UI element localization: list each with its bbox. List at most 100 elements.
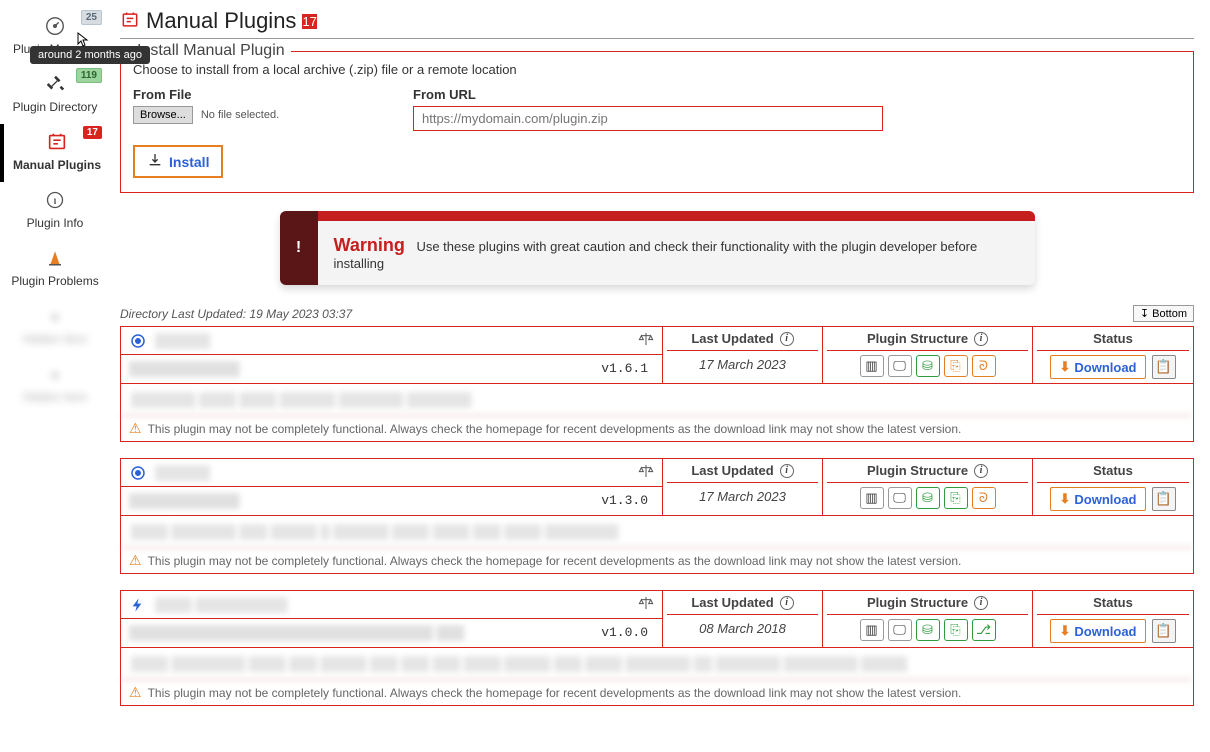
book-icon[interactable]: ▥ xyxy=(860,487,884,509)
url-input[interactable] xyxy=(413,106,883,131)
plugin-card: ██████ ████████████ v1.3.0 Last Updated i… xyxy=(120,458,1194,574)
plugin-subtitle: ████████████ xyxy=(129,361,601,376)
last-updated-header: Last Updated xyxy=(691,463,773,478)
info-icon[interactable]: i xyxy=(780,596,794,610)
warning-triangle-icon: ⚠ xyxy=(129,420,142,437)
changelog-button[interactable]: 📋 xyxy=(1152,619,1176,643)
info-icon[interactable]: i xyxy=(974,332,988,346)
plugin-name: ██████ xyxy=(155,333,210,348)
plugin-version: v1.0.0 xyxy=(601,625,648,640)
sidebar-item-manual-plugins[interactable]: 17 Manual Plugins xyxy=(0,124,110,182)
structure-icons: ▥ 🖵 ⛁ ⎘ ⎇ xyxy=(827,619,1028,641)
plugin-name: ██████ xyxy=(155,465,210,480)
page-badge: 17 xyxy=(302,14,316,29)
info-icon[interactable]: i xyxy=(974,596,988,610)
desktop-icon[interactable]: 🖵 xyxy=(888,619,912,641)
bottom-button[interactable]: ↧ Bottom xyxy=(1133,305,1194,322)
structure-icons: ▥ 🖵 ⛁ ⎘ ᘐ xyxy=(827,487,1028,509)
plugin-description: ████ ███████ ███ █████ █ ██████ ████ ███… xyxy=(121,516,1193,548)
balance-icon[interactable] xyxy=(638,595,654,614)
plugin-subtitle: ████████████ xyxy=(129,493,601,508)
book-icon[interactable]: ▥ xyxy=(860,355,884,377)
plugin-icon xyxy=(129,332,147,350)
desktop-icon[interactable]: 🖵 xyxy=(888,487,912,509)
status-header: Status xyxy=(1037,463,1189,483)
badge: 25 xyxy=(81,10,102,25)
changelog-button[interactable]: 📋 xyxy=(1152,487,1176,511)
file-icon[interactable]: ⎘ xyxy=(944,487,968,509)
install-help: Choose to install from a local archive (… xyxy=(133,62,1181,77)
sidebar-item-plugin-info[interactable]: Plugin Info xyxy=(0,182,110,240)
sidebar-label: Manual Plugins xyxy=(8,158,106,172)
date-tooltip: around 2 months ago xyxy=(30,46,150,64)
webhook-icon[interactable]: ᘐ xyxy=(972,487,996,509)
structure-header: Plugin Structure xyxy=(867,331,968,346)
plugin-subtitle: █████████████████████████████████ ███ xyxy=(129,625,601,640)
plugin-description: ████ ████████ ████ ███ █████ ███ ███ ███… xyxy=(121,648,1193,680)
sidebar-label: Plugin Directory xyxy=(4,100,106,114)
file-icon[interactable]: ⎘ xyxy=(944,619,968,641)
info-icon[interactable]: i xyxy=(780,332,794,346)
plugin-version: v1.3.0 xyxy=(601,493,648,508)
install-icon xyxy=(147,152,163,171)
book-icon[interactable]: ▥ xyxy=(860,619,884,641)
webhook-icon[interactable]: ᘐ xyxy=(972,355,996,377)
badge: 17 xyxy=(83,126,102,139)
warning-triangle-icon: ⚠ xyxy=(129,552,142,569)
file-icon[interactable]: ⎘ xyxy=(944,355,968,377)
plugin-date: 17 March 2023 xyxy=(667,489,818,504)
plugin-name: ████ ██████████ xyxy=(155,597,288,612)
browse-button[interactable]: Browse... xyxy=(133,106,193,124)
download-button[interactable]: ⬇ Download xyxy=(1050,487,1145,511)
fieldset-legend: Install Manual Plugin xyxy=(131,42,291,60)
sidebar-label: Plugin Problems xyxy=(4,274,106,288)
plugin-note: ⚠ This plugin may not be completely func… xyxy=(121,680,1193,705)
sidebar-item-hidden: ●Hidden Item xyxy=(0,356,110,414)
download-icon: ⬇ xyxy=(1059,491,1070,507)
directory-last-updated: Directory Last Updated: 19 May 2023 03:3… xyxy=(120,307,352,321)
badge: 119 xyxy=(76,68,102,83)
cone-icon xyxy=(4,246,106,270)
database-icon[interactable]: ⛁ xyxy=(916,487,940,509)
warning-body: Use these plugins with great caution and… xyxy=(334,239,978,271)
info-icon[interactable]: i xyxy=(974,464,988,478)
download-button[interactable]: ⬇ Download xyxy=(1050,355,1145,379)
structure-icons: ▥ 🖵 ⛁ ⎘ ᘐ xyxy=(827,355,1028,377)
page-title: Manual Plugins xyxy=(146,8,296,34)
plugin-version: v1.6.1 xyxy=(601,361,648,376)
no-file-text: No file selected. xyxy=(201,109,279,121)
sidebar-label: Plugin Info xyxy=(4,216,106,230)
balance-icon[interactable] xyxy=(638,331,654,350)
database-icon[interactable]: ⛁ xyxy=(916,619,940,641)
plugin-date: 08 March 2018 xyxy=(667,621,818,636)
from-url-label: From URL xyxy=(413,87,883,102)
warning-box: ! Warning Use these plugins with great c… xyxy=(280,211,1035,285)
desktop-icon[interactable]: 🖵 xyxy=(888,355,912,377)
warning-triangle-icon: ⚠ xyxy=(129,684,142,701)
download-icon: ⬇ xyxy=(1059,623,1070,639)
plugin-note: ⚠ This plugin may not be completely func… xyxy=(121,416,1193,441)
webhook-icon[interactable]: ⎇ xyxy=(972,619,996,641)
last-updated-header: Last Updated xyxy=(691,595,773,610)
plugin-description: ███████ ████ ████ ██████ ███████ ███████ xyxy=(121,384,1193,416)
plugin-icon xyxy=(129,596,147,614)
download-button[interactable]: ⬇ Download xyxy=(1050,619,1145,643)
info-icon xyxy=(4,188,106,212)
plugin-date: 17 March 2023 xyxy=(667,357,818,372)
install-label: Install xyxy=(169,154,209,170)
warning-icon: ! xyxy=(280,211,318,285)
info-icon[interactable]: i xyxy=(780,464,794,478)
sidebar-item-plugin-problems[interactable]: Plugin Problems xyxy=(0,240,110,298)
structure-header: Plugin Structure xyxy=(867,463,968,478)
install-fieldset: Install Manual Plugin Choose to install … xyxy=(120,51,1194,193)
database-icon[interactable]: ⛁ xyxy=(916,355,940,377)
structure-header: Plugin Structure xyxy=(867,595,968,610)
balance-icon[interactable] xyxy=(638,463,654,482)
sidebar-item-plugin-directory[interactable]: 119 Plugin Directory xyxy=(0,66,110,124)
changelog-button[interactable]: 📋 xyxy=(1152,355,1176,379)
plugin-card: ████ ██████████ ████████████████████████… xyxy=(120,590,1194,706)
sidebar-item-hidden: ●Hidden Item xyxy=(0,298,110,356)
sidebar: 25 Plugin Manager 119 Plugin Directory 1… xyxy=(0,0,110,752)
install-button[interactable]: Install xyxy=(133,145,223,178)
plugin-note: ⚠ This plugin may not be completely func… xyxy=(121,548,1193,573)
